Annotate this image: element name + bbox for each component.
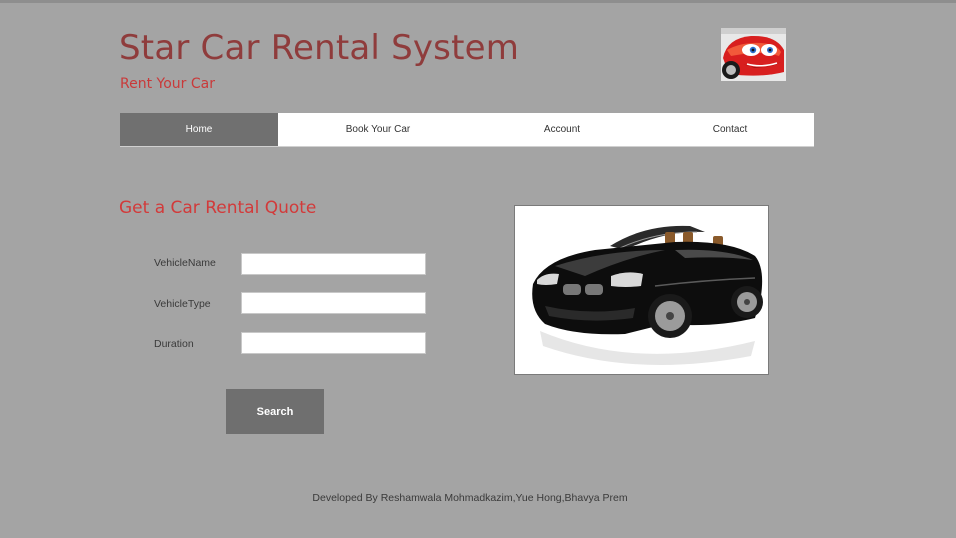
nav-item-book-your-car[interactable]: Book Your Car — [278, 113, 478, 146]
vehicle-type-label: VehicleType — [154, 298, 211, 310]
vehicle-name-label: VehicleName — [154, 257, 216, 269]
main-nav: Home Book Your Car Account Contact — [120, 113, 814, 147]
footer-credits: Developed By Reshamwala Mohmadkazim,Yue … — [312, 492, 628, 504]
vehicle-name-input[interactable] — [241, 253, 426, 275]
cartoon-race-car-icon — [721, 28, 786, 81]
black-convertible-car-photo — [514, 205, 769, 375]
quote-form-title: Get a Car Rental Quote — [119, 198, 317, 218]
nav-item-home[interactable]: Home — [120, 113, 278, 146]
site-subtitle: Rent Your Car — [120, 76, 215, 92]
duration-input[interactable] — [241, 332, 426, 354]
search-button[interactable]: Search — [226, 389, 324, 434]
site-title: Star Car Rental System — [119, 28, 520, 68]
duration-label: Duration — [154, 338, 194, 350]
top-border — [0, 0, 956, 3]
nav-item-contact[interactable]: Contact — [646, 113, 814, 146]
vehicle-type-input[interactable] — [241, 292, 426, 314]
nav-item-account[interactable]: Account — [478, 113, 646, 146]
